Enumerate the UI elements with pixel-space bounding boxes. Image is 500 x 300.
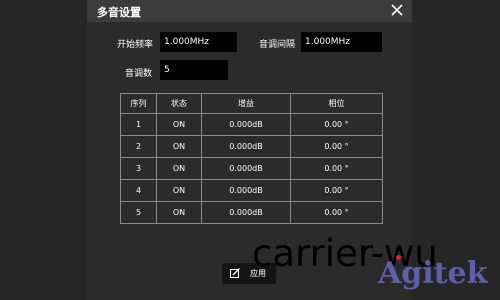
screen: 多音设置 开始频率 1.000MHz 音调间隔 1.000MHz 音调数 5 序… [0,0,500,300]
cell-phase[interactable]: 0.00 ° [290,113,383,136]
cell-state[interactable]: ON [156,201,202,224]
cell-index: 5 [120,201,157,224]
close-icon[interactable] [390,3,404,17]
watermark-dot [396,255,401,260]
cell-state[interactable]: ON [156,157,202,180]
cell-gain[interactable]: 0.000dB [201,135,291,158]
column-header-phase: 相位 [290,93,383,114]
tone-spacing-label: 音调间隔 [259,40,296,50]
cell-phase[interactable]: 0.00 ° [290,179,383,202]
column-header-index: 序列 [120,93,157,114]
cell-gain[interactable]: 0.000dB [201,113,291,136]
cell-index: 2 [120,135,157,158]
cell-phase[interactable]: 0.00 ° [290,157,383,180]
tone-spacing-input[interactable]: 1.000MHz [301,32,382,52]
tone-count-label: 音调数 [125,69,153,79]
tone-table: 序列 状态 增益 相位 1 ON 0.000dB 0.00 ° 2 ON 0.0… [120,93,383,224]
cell-state[interactable]: ON [156,179,202,202]
cell-index: 1 [120,113,157,136]
start-frequency-label: 开始频率 [117,40,154,50]
tone-count-input[interactable]: 5 [160,60,228,80]
column-header-state: 状态 [156,93,202,114]
watermark-logo: Agitek [378,256,488,291]
cell-phase[interactable]: 0.00 ° [290,201,383,224]
cell-index: 4 [120,179,157,202]
cell-state[interactable]: ON [156,113,202,136]
table-row[interactable]: 3 ON 0.000dB 0.00 ° [120,157,383,180]
table-row[interactable]: 5 ON 0.000dB 0.00 ° [120,201,383,224]
cell-phase[interactable]: 0.00 ° [290,135,383,158]
table-row[interactable]: 2 ON 0.000dB 0.00 ° [120,135,383,158]
dialog-titlebar: 多音设置 [87,0,412,22]
table-row[interactable]: 1 ON 0.000dB 0.00 ° [120,113,383,136]
cell-gain[interactable]: 0.000dB [201,179,291,202]
table-row[interactable]: 4 ON 0.000dB 0.00 ° [120,179,383,202]
cell-state[interactable]: ON [156,135,202,158]
start-frequency-input[interactable]: 1.000MHz [160,32,237,52]
cell-gain[interactable]: 0.000dB [201,201,291,224]
edit-icon [230,268,240,278]
table-header-row: 序列 状态 增益 相位 [120,93,383,114]
column-header-gain: 增益 [201,93,291,114]
dialog-title: 多音设置 [97,6,141,19]
cell-index: 3 [120,157,157,180]
cell-gain[interactable]: 0.000dB [201,157,291,180]
